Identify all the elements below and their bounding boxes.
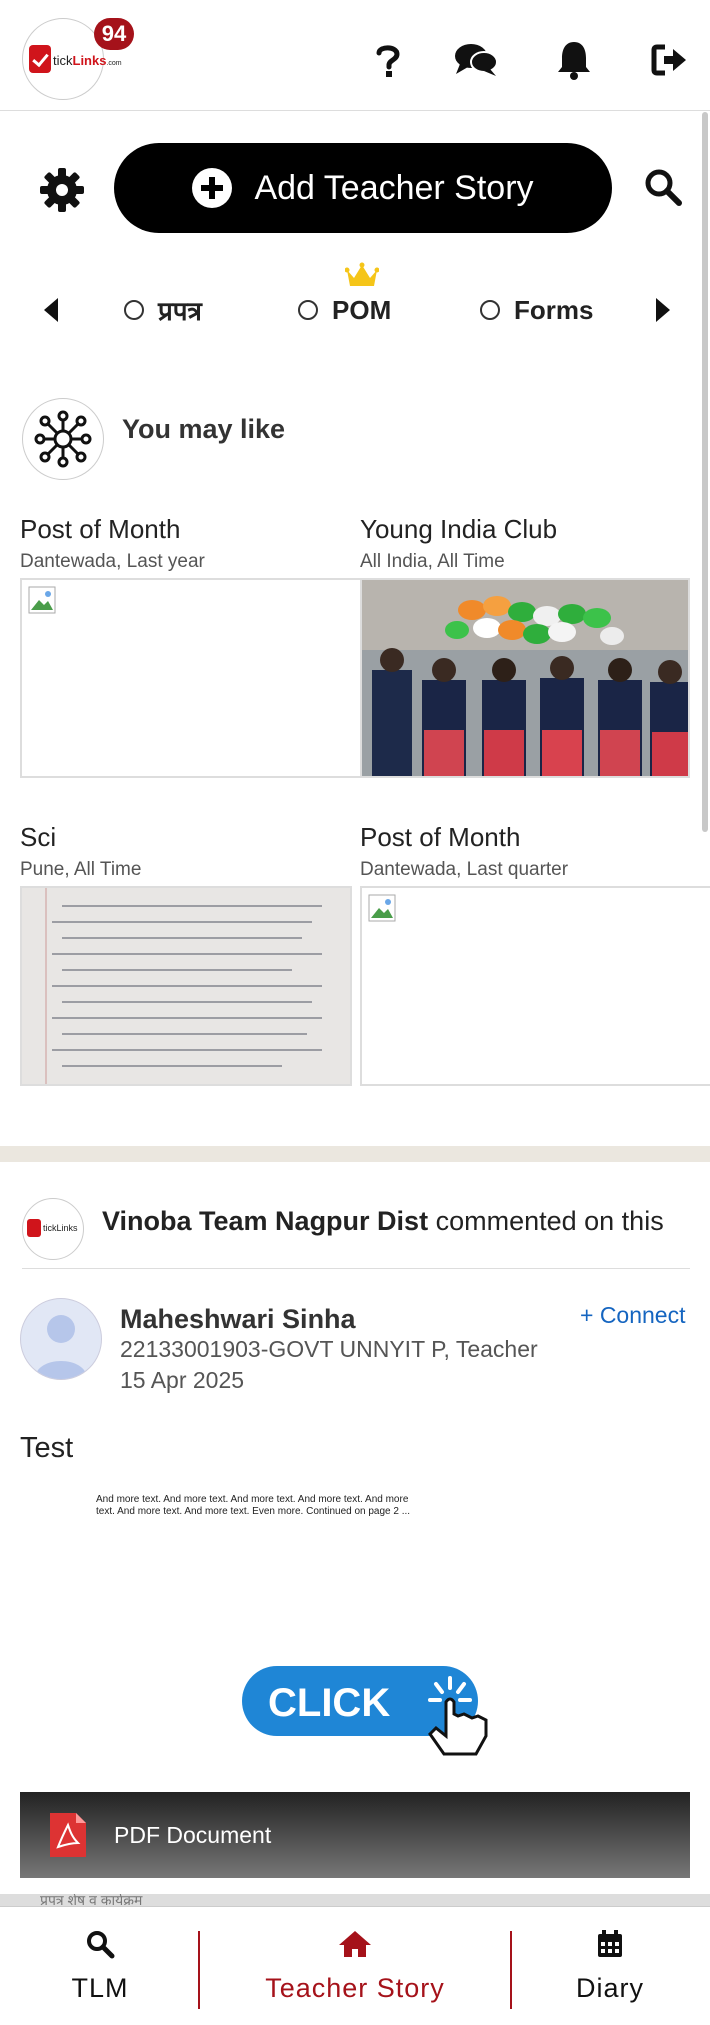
broken-image-icon — [28, 586, 56, 614]
card-subtitle: Pune, All Time — [20, 859, 142, 880]
section-divider — [0, 1146, 710, 1162]
card-image-handwritten[interactable] — [20, 886, 352, 1086]
plus-circle-icon — [192, 168, 233, 208]
nav-diary[interactable]: Diary — [530, 1907, 690, 2025]
filter-option-forms[interactable]: Forms — [480, 290, 593, 330]
chat-icon[interactable] — [454, 38, 498, 82]
nav-label: Teacher Story — [265, 1972, 445, 2003]
card-title: Sci — [20, 822, 57, 852]
logout-icon[interactable] — [648, 38, 692, 82]
nav-label: Diary — [575, 1972, 644, 2003]
filter-option-prapatra[interactable]: प्रपत्र — [124, 290, 202, 330]
ticklinks-logo[interactable]: tickLinks.com — [22, 18, 122, 100]
filter-prev-arrow-icon[interactable] — [36, 292, 66, 328]
handwritten-page-photo — [22, 888, 350, 1084]
search-icon — [87, 1930, 115, 1958]
card-image-broken[interactable] — [360, 886, 710, 1086]
radio-button[interactable] — [480, 300, 500, 320]
post-date: 15 Apr 2025 — [120, 1367, 245, 1393]
connect-button[interactable]: + Connect — [580, 1302, 686, 1329]
nav-tlm[interactable]: TLM — [20, 1907, 180, 2025]
you-may-like-title: You may like — [122, 414, 286, 444]
search-icon[interactable] — [638, 162, 688, 212]
help-icon[interactable] — [366, 38, 410, 82]
user-silhouette-icon — [35, 1315, 87, 1379]
broken-image-icon — [368, 894, 396, 922]
home-icon — [339, 1930, 371, 1957]
author-meta: 22133001903-GOVT UNNYIT P, Teacher — [120, 1336, 538, 1362]
commenter-name[interactable]: Vinoba Team Nagpur Dist — [102, 1206, 428, 1236]
card-title: Young India Club — [360, 514, 558, 544]
notification-badge[interactable]: 94 — [94, 18, 134, 50]
card-subtitle: Dantewada, Last quarter — [360, 859, 569, 880]
top-header: tickLinks.com 94 — [0, 0, 710, 111]
avatar[interactable] — [20, 1298, 102, 1380]
filter-next-arrow-icon[interactable] — [648, 292, 678, 328]
filter-option-pom[interactable]: POM — [298, 290, 391, 330]
document-preview-text: And more text. And more text. And more t… — [96, 1494, 411, 1517]
settings-gear-icon[interactable] — [36, 164, 88, 216]
click-banner[interactable]: CLICK — [240, 1662, 510, 1762]
bottom-navigation: TLM Teacher Story Diary — [0, 1906, 710, 2025]
pdf-preview-strip: प्रपत्र शेष व कार्यक्रम — [0, 1894, 710, 1906]
bell-icon[interactable] — [552, 38, 596, 82]
suggestion-card[interactable]: Young India Club All India, All Time — [360, 514, 700, 573]
nav-teacher-story[interactable]: Teacher Story — [210, 1907, 500, 2025]
calendar-icon — [598, 1929, 622, 1957]
suggestion-card[interactable]: Post of Month Dantewada, Last year — [20, 514, 360, 573]
page-scrollbar[interactable] — [702, 112, 708, 832]
commenter-logo[interactable]: tickLinks — [22, 1198, 84, 1260]
nav-divider — [510, 1931, 512, 2009]
pdf-label: PDF Document — [114, 1821, 272, 1848]
add-story-label: Add Teacher Story — [254, 168, 534, 207]
pdf-document-bar[interactable]: PDF Document — [20, 1792, 690, 1878]
suggestion-card[interactable]: Post of Month Dantewada, Last quarter — [360, 822, 700, 881]
pdf-file-icon — [48, 1811, 88, 1859]
card-image-group-photo[interactable] — [360, 578, 690, 778]
add-teacher-story-button[interactable]: Add Teacher Story — [114, 143, 612, 233]
network-hub-icon — [22, 398, 104, 480]
check-logo-icon — [29, 45, 51, 73]
radio-button[interactable] — [298, 300, 318, 320]
card-subtitle: All India, All Time — [360, 551, 505, 572]
nav-label: TLM — [71, 1972, 129, 2003]
post-text: Test — [20, 1432, 74, 1464]
card-image-broken[interactable] — [20, 578, 362, 778]
click-label: CLICK — [268, 1681, 390, 1725]
comment-suffix: commented on this — [435, 1206, 664, 1236]
logo-text: tickLinks.com — [53, 53, 122, 68]
suggestion-card[interactable]: Sci Pune, All Time — [20, 822, 360, 881]
card-title: Post of Month — [20, 514, 181, 544]
feed-separator — [22, 1268, 690, 1269]
radio-button[interactable] — [124, 300, 144, 320]
comment-activity-line: Vinoba Team Nagpur Dist commented on thi… — [102, 1206, 664, 1237]
card-subtitle: Dantewada, Last year — [20, 551, 205, 572]
group-balloons-photo — [362, 580, 688, 776]
crown-icon — [345, 262, 379, 286]
check-logo-icon — [27, 1219, 41, 1237]
card-title: Post of Month — [360, 822, 521, 852]
nav-divider — [198, 1931, 200, 2009]
author-name[interactable]: Maheshwari Sinha — [120, 1304, 356, 1335]
